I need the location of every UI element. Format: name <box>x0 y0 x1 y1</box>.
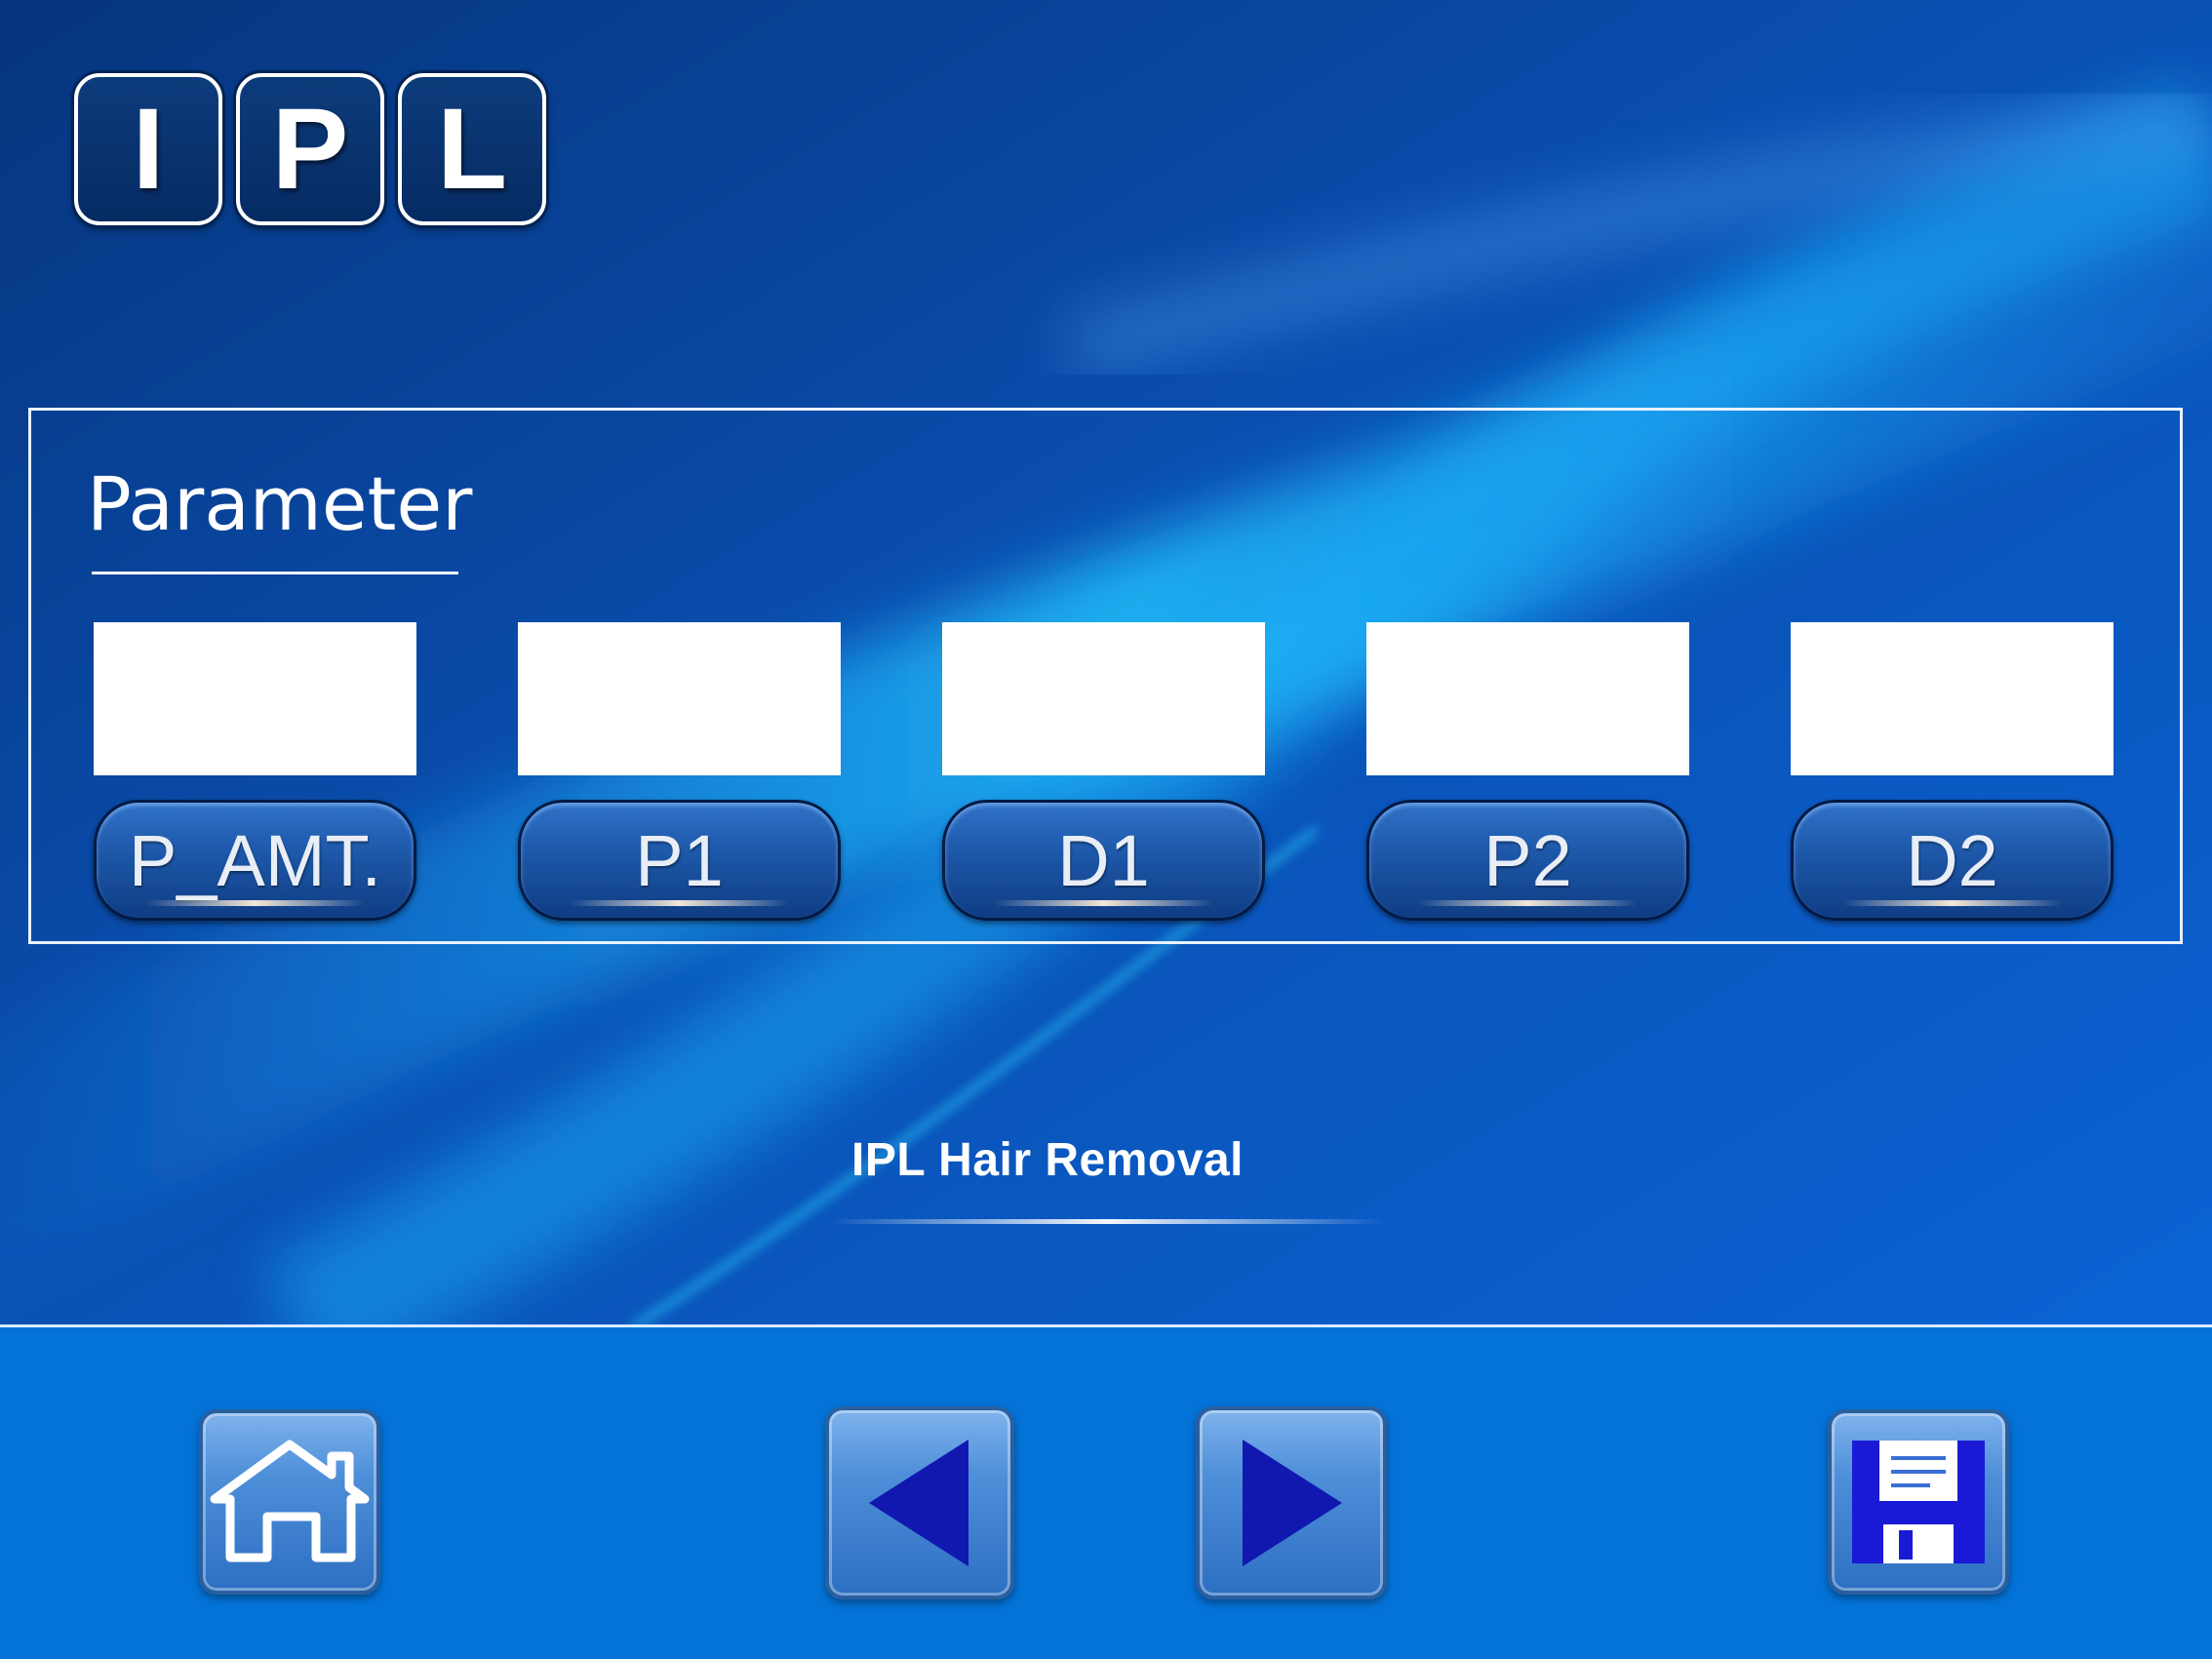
save-button[interactable] <box>1828 1409 2009 1595</box>
d1-value-field[interactable] <box>942 622 1265 775</box>
d2-button[interactable]: D2 <box>1791 800 2113 921</box>
d2-value-field[interactable] <box>1791 622 2113 775</box>
home-button[interactable] <box>199 1409 380 1595</box>
title-underline <box>92 572 458 574</box>
save-disk-icon <box>1852 1441 1985 1563</box>
home-icon <box>210 1440 370 1562</box>
app-name: IPL Hair Removal <box>851 1134 1244 1186</box>
param-d1: D1 <box>942 622 1265 921</box>
bottom-nav-bar <box>0 1324 2212 1659</box>
param-p1: P1 <box>518 622 841 921</box>
prev-button[interactable] <box>825 1406 1014 1600</box>
parameter-panel: Parameter P_AMT. P1 D1 P2 D2 <box>28 408 2183 944</box>
p-amt-value-field[interactable] <box>94 622 416 775</box>
param-p-amt: P_AMT. <box>94 622 416 921</box>
p-amt-button[interactable]: P_AMT. <box>94 800 416 921</box>
p1-value-field[interactable] <box>518 622 841 775</box>
param-d2: D2 <box>1791 622 2113 921</box>
logo-letter-l: L <box>398 73 546 225</box>
p1-button[interactable]: P1 <box>518 800 841 921</box>
panel-title: Parameter <box>87 460 473 547</box>
arrow-left-icon <box>869 1440 968 1566</box>
app-name-underline <box>829 1219 1385 1224</box>
p2-value-field[interactable] <box>1366 622 1689 775</box>
arrow-right-icon <box>1243 1440 1342 1566</box>
logo-letter-p: P <box>236 73 384 225</box>
next-button[interactable] <box>1196 1406 1387 1600</box>
p2-button[interactable]: P2 <box>1366 800 1689 921</box>
logo-letter-i: I <box>74 73 222 225</box>
d1-button[interactable]: D1 <box>942 800 1265 921</box>
ipl-logo: I P L <box>74 73 546 225</box>
param-p2: P2 <box>1366 622 1689 921</box>
